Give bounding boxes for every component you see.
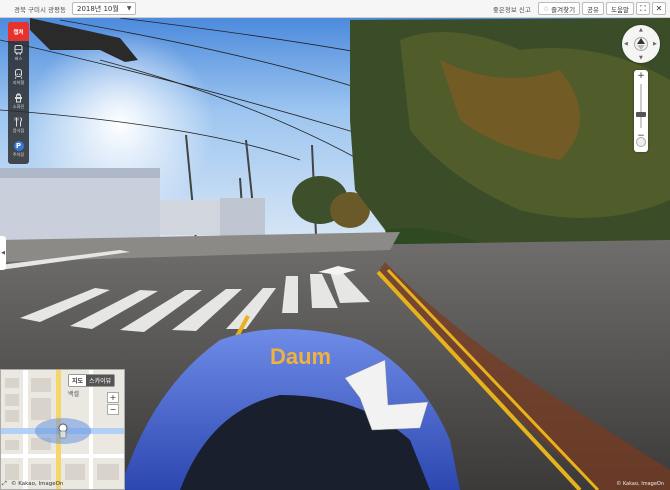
poi-toolbar: 캡처 버스 지하철 소화전 음식점 P 주차장 xyxy=(8,22,29,164)
favorite-label: 즐겨찾기 xyxy=(551,5,576,14)
sidebar-item-label: 소화전 xyxy=(12,103,25,109)
svg-text:Daum: Daum xyxy=(270,344,331,369)
pan-left-icon[interactable]: ◀ xyxy=(624,41,628,47)
favorite-button[interactable]: ☆ 즐겨찾기 xyxy=(537,2,581,15)
star-icon: ☆ xyxy=(542,4,550,13)
roadview-toggle-icon[interactable] xyxy=(636,137,646,147)
close-icon: ✕ xyxy=(655,4,663,13)
help-button[interactable]: 도움말 xyxy=(606,2,634,15)
capture-button[interactable]: 캡처 xyxy=(8,22,29,41)
capture-label: 캡처 xyxy=(13,29,24,36)
pan-right-icon[interactable]: ▶ xyxy=(653,41,657,47)
fullscreen-button[interactable]: ⛶ xyxy=(636,2,650,15)
tab-map[interactable]: 지도 xyxy=(69,375,87,386)
compass-control[interactable]: ▲ ▼ ◀ ▶ xyxy=(622,25,660,63)
sidebar-item-parking[interactable]: P 주차장 xyxy=(8,137,29,161)
sidebar-item-restaurant[interactable]: 음식점 xyxy=(8,113,29,137)
zoom-slider[interactable] xyxy=(636,84,646,128)
chevron-left-icon: ◀ xyxy=(1,250,5,256)
close-button[interactable]: ✕ xyxy=(652,2,666,15)
map-type-tabs: 지도 스카이뷰 xyxy=(68,374,116,387)
restaurant-icon xyxy=(14,116,24,127)
expand-icon[interactable]: ⤢ xyxy=(2,480,7,488)
sidebar-item-bus[interactable]: 버스 xyxy=(8,41,29,65)
minimap-zoom-out-button[interactable]: − xyxy=(107,404,119,415)
minimap-copyright: © Kakao, ImageOn xyxy=(11,481,64,487)
zoom-slider-handle[interactable] xyxy=(636,112,646,117)
minimap-zoom-in-button[interactable]: + xyxy=(107,392,119,403)
parking-icon: P xyxy=(13,140,24,151)
date-select[interactable]: 2018년 10월 ▼ xyxy=(71,2,137,15)
copyright-text: © Kakao, ImageOn xyxy=(616,481,664,487)
sidebar-item-label: 버스 xyxy=(14,55,23,61)
tab-skyview[interactable]: 스카이뷰 xyxy=(86,375,115,386)
date-select-value: 2018년 10월 xyxy=(76,4,119,13)
sidebar-item-label: 주차장 xyxy=(12,151,25,157)
report-link[interactable]: 좋은정보 신고 xyxy=(493,4,531,14)
pan-up-icon[interactable]: ▲ xyxy=(639,27,643,33)
bus-icon xyxy=(14,44,24,55)
sidebar-item-hydrant[interactable]: 소화전 xyxy=(8,89,29,113)
south-pointer-icon xyxy=(637,45,645,50)
sidebar-item-label: 지하철 xyxy=(12,79,25,85)
hydrant-icon xyxy=(14,93,24,103)
share-label: 공유 xyxy=(587,5,600,14)
north-pointer-icon xyxy=(637,38,645,44)
panel-toggle-button[interactable]: ◀ xyxy=(0,236,6,270)
fullscreen-icon: ⛶ xyxy=(640,3,646,13)
zoom-in-button[interactable]: + xyxy=(634,70,648,82)
subway-icon xyxy=(14,68,24,79)
chevron-down-icon: ▼ xyxy=(126,5,132,12)
sidebar-item-subway[interactable]: 지하철 xyxy=(8,65,29,89)
top-toolbar: 경북 구미시 광평동 2018년 10월 ▼ 좋은정보 신고 ☆ 즐겨찾기 공유… xyxy=(0,0,670,18)
location-label: 경북 구미시 광평동 xyxy=(14,5,66,14)
sidebar-item-label: 음식점 xyxy=(12,127,25,133)
pan-down-icon[interactable]: ▼ xyxy=(639,55,643,61)
share-button[interactable]: 공유 xyxy=(582,2,605,15)
place-label: 백셀 xyxy=(68,391,80,398)
help-label: 도움말 xyxy=(611,5,629,14)
minimap[interactable]: 지도 스카이뷰 백셀 + − ⤢ © Kakao, ImageOn xyxy=(0,369,125,490)
minimap-canvas xyxy=(1,370,124,489)
